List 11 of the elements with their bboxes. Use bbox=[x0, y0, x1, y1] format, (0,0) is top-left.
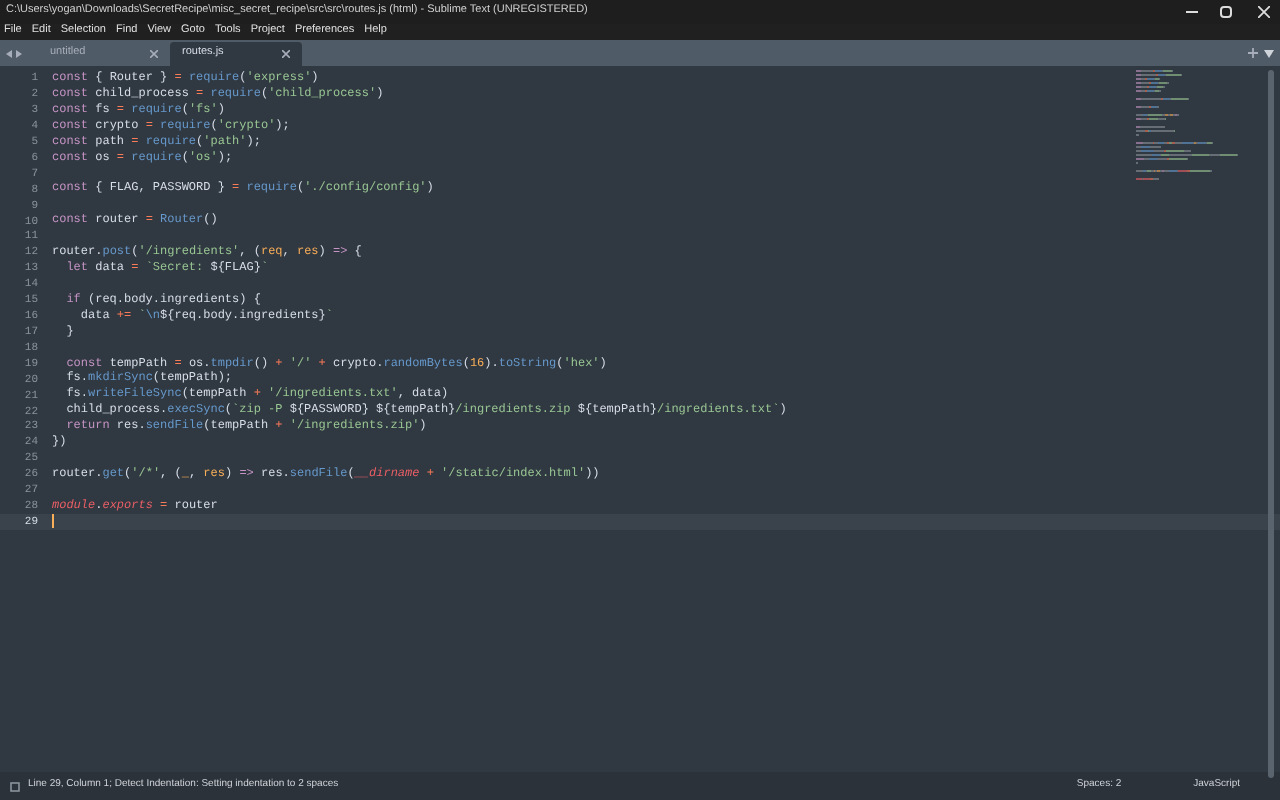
plus-icon[interactable] bbox=[1248, 48, 1258, 58]
close-icon[interactable] bbox=[282, 50, 290, 58]
close-icon[interactable] bbox=[1258, 6, 1270, 18]
restore-icon[interactable] bbox=[1220, 6, 1232, 18]
scrollbar[interactable] bbox=[1268, 70, 1274, 778]
dropdown-icon[interactable] bbox=[1264, 49, 1274, 57]
right-arrow-icon[interactable] bbox=[16, 49, 22, 57]
panel-icon[interactable] bbox=[10, 781, 20, 791]
left-arrow-icon[interactable] bbox=[6, 49, 12, 57]
minimize-icon[interactable] bbox=[1186, 6, 1198, 18]
text-cursor bbox=[52, 514, 54, 529]
